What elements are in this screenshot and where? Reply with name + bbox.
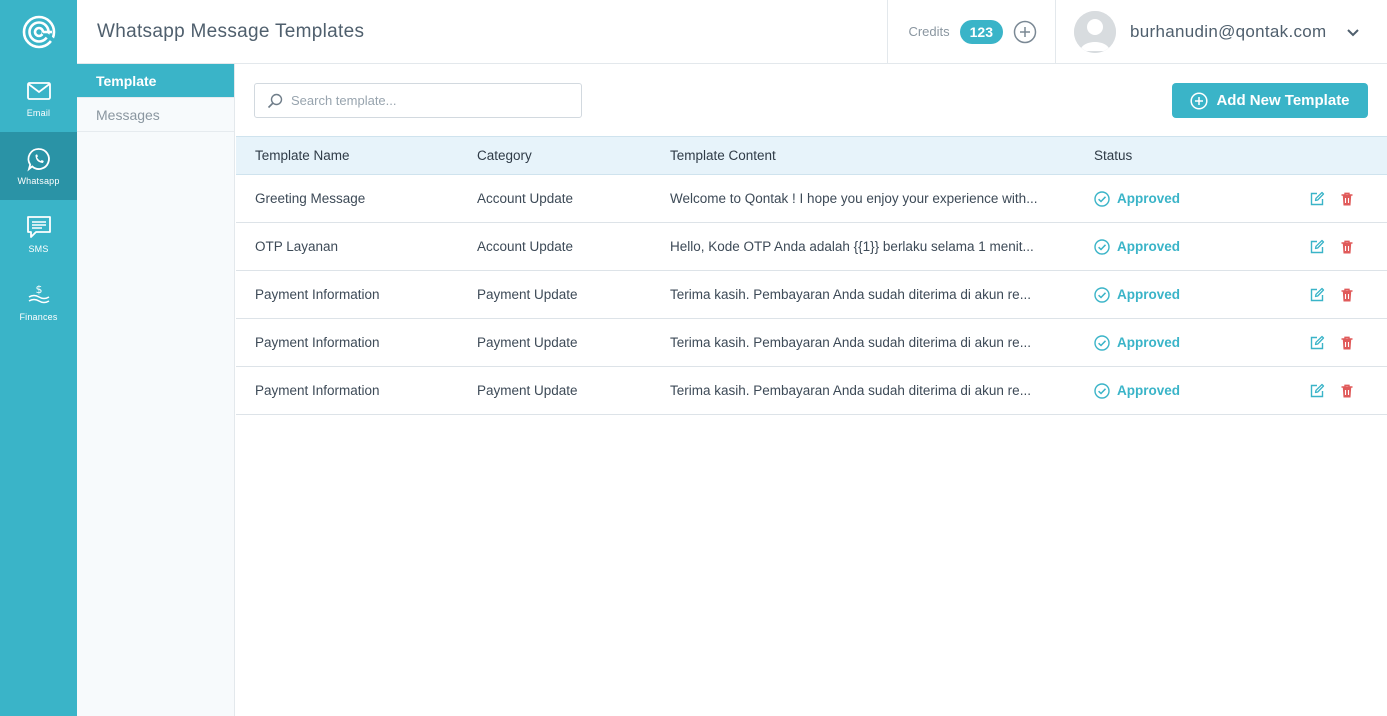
credits-panel: Credits 123 — [887, 0, 1055, 64]
search-input[interactable] — [291, 93, 571, 108]
trash-icon[interactable] — [1339, 335, 1355, 351]
add-credits-icon[interactable] — [1013, 20, 1037, 44]
row-actions — [1274, 239, 1387, 255]
edit-icon[interactable] — [1309, 191, 1325, 207]
rail-item-label: Whatsapp — [17, 176, 60, 186]
cell-template-content: Welcome to Qontak ! I hope you enjoy you… — [670, 191, 1038, 206]
header-template-content: Template Content — [670, 148, 776, 163]
sms-icon — [26, 216, 51, 238]
main-content: Add New Template Template Name Category … — [236, 64, 1387, 716]
add-new-template-label: Add New Template — [1216, 92, 1350, 109]
check-circle-icon — [1094, 334, 1110, 351]
cell-template-content: Terima kasih. Pembayaran Anda sudah dite… — [670, 335, 1031, 350]
cell-template-name: Payment Information — [255, 383, 380, 398]
row-actions — [1274, 335, 1387, 351]
row-actions — [1274, 383, 1387, 399]
qontak-logo-icon[interactable] — [0, 0, 77, 64]
cell-template-name: Payment Information — [255, 287, 380, 302]
edit-icon[interactable] — [1309, 335, 1325, 351]
edit-icon[interactable] — [1309, 383, 1325, 399]
rail-item-whatsapp[interactable]: Whatsapp — [0, 132, 77, 200]
cell-template-content: Hello, Kode OTP Anda adalah {{1}} berlak… — [670, 239, 1034, 254]
status-badge: Approved — [1117, 383, 1181, 398]
cell-status: Approved — [1094, 286, 1274, 303]
check-circle-icon — [1094, 238, 1110, 255]
edit-icon[interactable] — [1309, 287, 1325, 303]
search-box[interactable] — [254, 83, 582, 118]
edit-icon[interactable] — [1309, 239, 1325, 255]
user-email: burhanudin@qontak.com — [1130, 21, 1327, 41]
status-badge: Approved — [1117, 191, 1181, 206]
status-badge: Approved — [1117, 239, 1181, 254]
cell-template-content: Terima kasih. Pembayaran Anda sudah dite… — [670, 383, 1031, 398]
trash-icon[interactable] — [1339, 239, 1355, 255]
check-circle-icon — [1094, 382, 1110, 399]
sub-navigation: Template Messages — [77, 64, 235, 716]
credits-label: Credits — [908, 24, 950, 39]
cell-category: Payment Update — [477, 335, 578, 350]
subnav-item-messages[interactable]: Messages — [77, 98, 234, 132]
toolbar: Add New Template — [236, 64, 1387, 136]
table-row[interactable]: Payment Information Payment Update Terim… — [236, 367, 1387, 415]
table-row[interactable]: Greeting Message Account Update Welcome … — [236, 175, 1387, 223]
page-title: Whatsapp Message Templates — [97, 20, 365, 42]
envelope-icon — [26, 82, 51, 100]
svg-text:$: $ — [35, 283, 42, 296]
header-template-name: Template Name — [255, 148, 350, 163]
cell-status: Approved — [1094, 382, 1274, 399]
whatsapp-icon — [26, 148, 50, 172]
user-menu[interactable]: burhanudin@qontak.com — [1055, 0, 1387, 64]
table-row[interactable]: OTP Layanan Account Update Hello, Kode O… — [236, 223, 1387, 271]
header-category: Category — [477, 148, 532, 163]
avatar — [1074, 10, 1116, 53]
cell-category: Account Update — [477, 191, 574, 206]
cell-status: Approved — [1094, 334, 1274, 351]
table-header: Template Name Category Template Content … — [236, 136, 1387, 175]
top-header: Whatsapp Message Templates Credits 123 b… — [77, 0, 1387, 64]
cell-status: Approved — [1094, 238, 1274, 255]
cell-category: Payment Update — [477, 287, 578, 302]
rail-item-finances[interactable]: $ Finances — [0, 268, 77, 336]
rail-item-label: Email — [26, 108, 51, 118]
cell-template-name: OTP Layanan — [255, 239, 339, 254]
credits-badge: 123 — [959, 19, 1003, 44]
subnav-item-template[interactable]: Template — [77, 64, 234, 98]
row-actions — [1274, 191, 1387, 207]
trash-icon[interactable] — [1339, 287, 1355, 303]
chevron-down-icon[interactable] — [1345, 24, 1361, 40]
rail-item-label: SMS — [28, 244, 49, 254]
trash-icon[interactable] — [1339, 383, 1355, 399]
cell-template-name: Payment Information — [255, 335, 380, 350]
table-row[interactable]: Payment Information Payment Update Terim… — [236, 271, 1387, 319]
cell-status: Approved — [1094, 190, 1274, 207]
cell-template-content: Terima kasih. Pembayaran Anda sudah dite… — [670, 287, 1031, 302]
plus-circle-icon — [1190, 91, 1209, 110]
table-row[interactable]: Payment Information Payment Update Terim… — [236, 319, 1387, 367]
add-new-template-button[interactable]: Add New Template — [1172, 83, 1368, 118]
cell-category: Account Update — [477, 239, 574, 254]
rail-item-label: Finances — [19, 312, 58, 322]
cell-template-name: Greeting Message — [255, 191, 366, 206]
header-status: Status — [1094, 148, 1133, 163]
trash-icon[interactable] — [1339, 191, 1355, 207]
status-badge: Approved — [1117, 335, 1181, 350]
table-body: Greeting Message Account Update Welcome … — [236, 175, 1387, 415]
rail-item-sms[interactable]: SMS — [0, 200, 77, 268]
cell-category: Payment Update — [477, 383, 578, 398]
check-circle-icon — [1094, 286, 1110, 303]
row-actions — [1274, 287, 1387, 303]
app-rail: Email Whatsapp SMS $ Finances — [0, 0, 77, 716]
check-circle-icon — [1094, 190, 1110, 207]
search-icon — [267, 93, 283, 108]
finances-icon: $ — [28, 283, 49, 304]
rail-item-email[interactable]: Email — [0, 64, 77, 132]
status-badge: Approved — [1117, 287, 1181, 302]
